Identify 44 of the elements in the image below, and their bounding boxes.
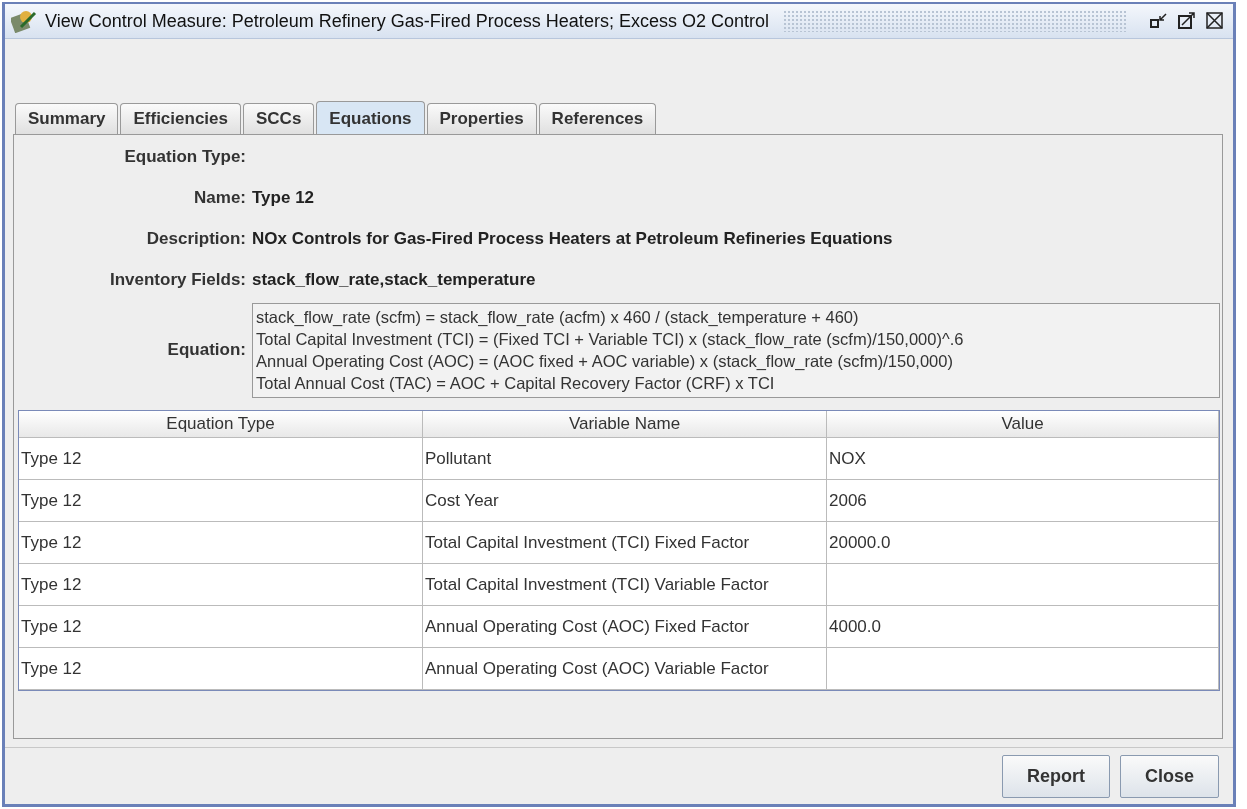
column-header[interactable]: Equation Type bbox=[19, 411, 423, 438]
table-cell: Total Capital Investment (TCI) Variable Factor bbox=[423, 564, 827, 606]
table-cell: 4000.0 bbox=[827, 606, 1219, 648]
window-title: View Control Measure: Petroleum Refinery Gas-Fired Process Heaters; Excess O2 Control bbox=[45, 10, 769, 32]
column-header[interactable]: Value bbox=[827, 411, 1219, 438]
column-header[interactable]: Variable Name bbox=[423, 411, 827, 438]
table-cell: Annual Operating Cost (AOC) Fixed Factor bbox=[423, 606, 827, 648]
table-cell: NOX bbox=[827, 438, 1219, 480]
tab[interactable]: SCCs bbox=[243, 103, 315, 134]
close-icon[interactable] bbox=[1205, 12, 1225, 30]
field-label: Equation Type: bbox=[123, 147, 246, 167]
table-cell: 2006 bbox=[827, 480, 1219, 522]
table-cell: Pollutant bbox=[423, 438, 827, 480]
table-cell: Type 12 bbox=[19, 438, 423, 480]
tab[interactable]: Efficiencies bbox=[120, 103, 241, 134]
field-label: Equation: bbox=[166, 339, 246, 360]
minimize-icon[interactable] bbox=[1149, 12, 1169, 30]
field-label: Name: bbox=[193, 188, 246, 208]
tab[interactable]: References bbox=[538, 103, 657, 134]
table-cell: Type 12 bbox=[19, 648, 423, 690]
field-value: NOx Controls for Gas-Fired Process Heaters at Petroleum Refineries Equations bbox=[252, 229, 894, 249]
close-button[interactable]: Close bbox=[1119, 754, 1219, 798]
equation-line: Total Capital Investment (TCI) = (Fixed TCI + Variable TCI) x (stack_flow_rate (scfm)/150,000)^.6 bbox=[256, 329, 965, 350]
equation-line: stack_flow_rate (scfm) = stack_flow_rate (acfm) x 460 / (stack_temperature + 460) bbox=[256, 307, 860, 328]
field-label: Description: bbox=[145, 229, 246, 249]
table-cell: Type 12 bbox=[19, 522, 423, 564]
maximize-icon[interactable] bbox=[1177, 12, 1197, 30]
tab[interactable]: Equations bbox=[316, 101, 425, 134]
report-button[interactable]: Report bbox=[1001, 754, 1110, 798]
app-icon bbox=[11, 9, 37, 33]
table-cell: Type 12 bbox=[19, 606, 423, 648]
table-cell: Annual Operating Cost (AOC) Variable Factor bbox=[423, 648, 827, 690]
field-label: Inventory Fields: bbox=[108, 270, 246, 290]
field-value: stack_flow_rate,stack_temperature bbox=[252, 270, 537, 290]
tab[interactable]: Properties bbox=[426, 103, 537, 134]
tab[interactable]: Summary bbox=[15, 103, 119, 134]
field-value: Type 12 bbox=[252, 188, 316, 208]
table-cell: Total Capital Investment (TCI) Fixed Factor bbox=[423, 522, 827, 564]
table-cell: Cost Year bbox=[423, 480, 827, 522]
table-cell: Type 12 bbox=[19, 480, 423, 522]
equation-line: Annual Operating Cost (AOC) = (AOC fixed + AOC variable) x (stack_flow_rate (scfm)/150,000) bbox=[256, 351, 954, 372]
table-cell: Type 12 bbox=[19, 564, 423, 606]
equation-line: Total Annual Cost (TAC) = AOC + Capital Recovery Factor (CRF) x TCI bbox=[256, 373, 776, 394]
table-cell: 20000.0 bbox=[827, 522, 1219, 564]
